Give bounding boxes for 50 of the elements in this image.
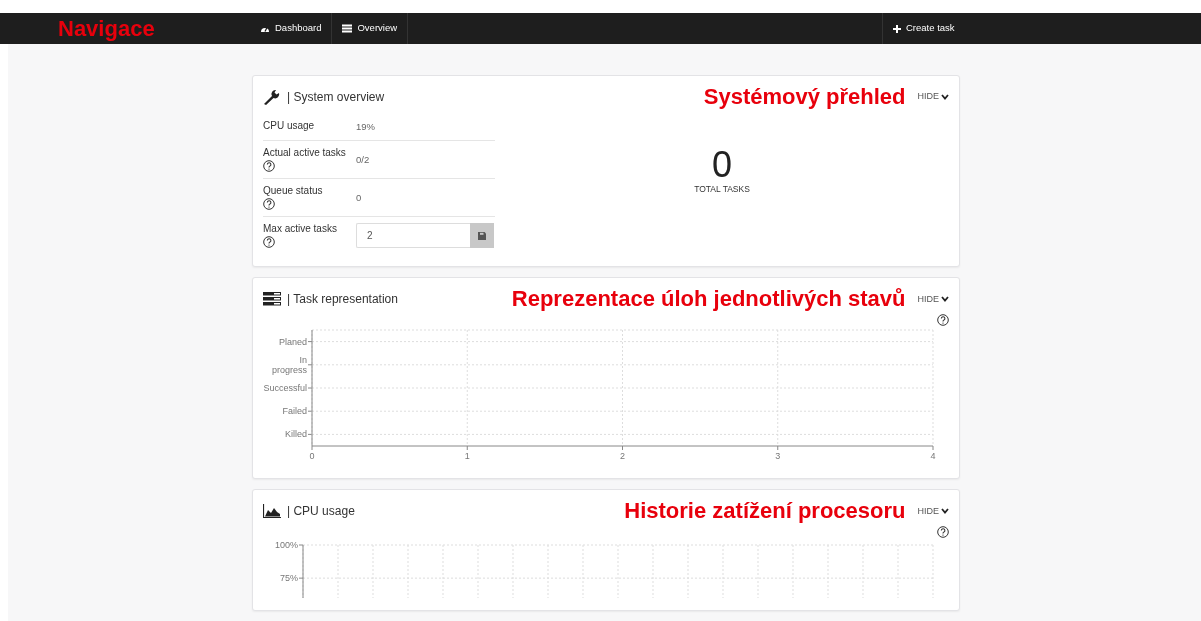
annotation-label: Reprezentace úloh jednotlivých stavů xyxy=(511,288,906,311)
total-label: TOTAL TASKS xyxy=(694,182,750,196)
total-count: 0 xyxy=(712,146,732,183)
annotation-label: Historie zatížení procesoru xyxy=(624,500,906,523)
category-label: Successful xyxy=(263,383,307,394)
stat-label: Actual active tasks xyxy=(263,147,347,160)
stat-label: Max active tasks xyxy=(263,223,338,236)
help-icon[interactable] xyxy=(263,160,275,173)
help-icon[interactable] xyxy=(937,314,949,327)
list-icon xyxy=(342,24,353,33)
panel-title: | Task representation xyxy=(287,291,398,309)
panel-title: | CPU usage xyxy=(287,503,355,521)
tick-label: 100% xyxy=(274,540,298,551)
plus-icon xyxy=(893,24,901,33)
chevron-icon xyxy=(941,296,949,303)
nav-link[interactable]: Dashboard xyxy=(250,13,333,44)
annotation-label: Systémový přehled xyxy=(703,86,906,108)
help-icon[interactable] xyxy=(263,198,275,211)
category-label: Killed xyxy=(285,429,307,440)
stat-value: 0 xyxy=(356,190,362,205)
chevron-icon xyxy=(941,94,949,100)
tick-label: 1 xyxy=(464,451,470,462)
stat-value: 19% xyxy=(356,120,375,134)
hide-toggle[interactable]: HIDE xyxy=(917,504,949,518)
category-label: Failed xyxy=(282,406,307,417)
hide-toggle[interactable]: HIDE xyxy=(917,292,949,306)
tick-label: 0 xyxy=(309,451,315,462)
tick-label: 75% xyxy=(280,573,298,584)
annotation-label: Navigace xyxy=(58,17,155,40)
chevron-icon xyxy=(941,508,949,515)
stat-label: Queue status xyxy=(263,185,324,198)
hide-toggle[interactable]: HIDE xyxy=(917,90,949,104)
stat-label: CPU usage xyxy=(263,120,316,133)
tick-label: 3 xyxy=(775,451,781,462)
category-label: In progress xyxy=(272,355,307,376)
area-chart-icon xyxy=(263,504,281,519)
help-icon[interactable] xyxy=(263,236,275,249)
nav-link[interactable]: Overview xyxy=(332,13,409,44)
help-icon[interactable] xyxy=(937,526,949,539)
tick-label: 2 xyxy=(620,451,625,462)
server-icon xyxy=(263,292,281,307)
save-button[interactable] xyxy=(470,223,494,249)
stat-value: 0/2 xyxy=(356,152,370,167)
save-icon xyxy=(478,231,486,240)
panel-title: | System overview xyxy=(287,89,385,106)
number-input[interactable]: 2 xyxy=(356,223,470,249)
category-label: Planed xyxy=(278,336,307,347)
tick-label: 4 xyxy=(930,451,936,462)
create-task-link[interactable]: Create task xyxy=(882,13,960,44)
wrench-icon xyxy=(263,89,281,105)
